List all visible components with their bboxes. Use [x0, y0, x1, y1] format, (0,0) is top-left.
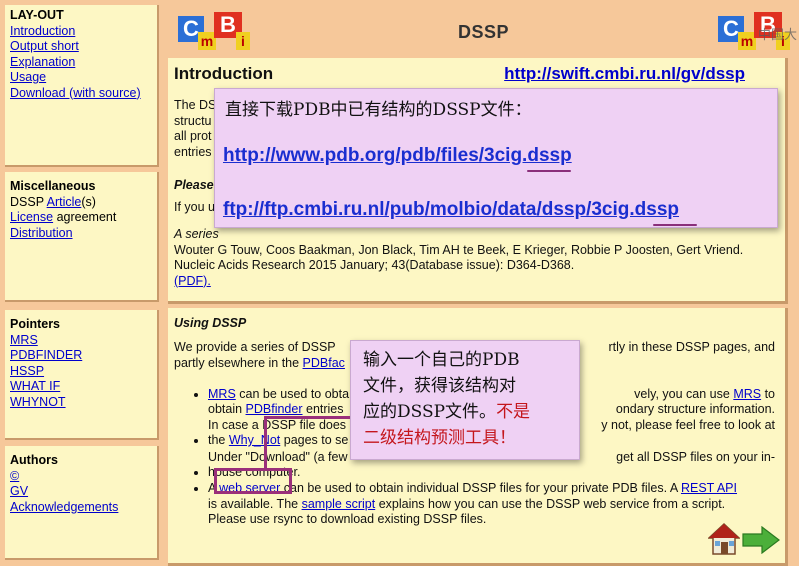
misc-article-suffix: (s) [81, 194, 96, 209]
misc-license-suffix: agreement [53, 210, 117, 224]
overlay1-title: 直接下载PDB中已有结构的DSSP文件： [225, 100, 532, 120]
nav-introduction-link[interactable]: Introduction [10, 24, 152, 40]
misc-article-line: DSSP Article(s) [10, 195, 152, 211]
bullet-mrs-link2[interactable]: MRS [733, 387, 761, 401]
pointer-whynot-link[interactable]: WHYNOT [10, 395, 152, 411]
web-server-overlay: 输入一个自己的PDB 文件，获得该结构对 应的DSSP文件。不是 二级结构预测工… [350, 340, 580, 460]
ftp-dssp-url[interactable]: ftp://ftp.cmbi.ru.nl/pub/molbio/data/dss… [223, 199, 679, 221]
using-para-line2-text: partly elsewhere in the [174, 355, 303, 370]
authors-panel: Authors © GV Acknowledgements [5, 446, 159, 560]
series-label: A series [174, 227, 219, 241]
whynot-link[interactable]: Why_Not [229, 433, 280, 447]
bullet-download-left: Under "Download" (a few [208, 449, 348, 464]
pointers-panel: Pointers MRS PDBFINDER HSSP WHAT IF WHYN… [5, 310, 159, 440]
overlay2-warning-line: 二级结构预测工具！ [363, 428, 516, 448]
bullet-whynot-right: y not, please feel free to look at [601, 418, 775, 432]
layout-title: LAY-OUT [10, 8, 64, 22]
intro-heading-row: Introduction http://swift.cmbi.ru.nl/gv/… [174, 62, 779, 88]
watermark-text: 中国大 [757, 28, 797, 43]
download-pdb-overlay: 直接下载PDB中已有结构的DSSP文件： http://www.pdb.org/… [214, 88, 778, 228]
bullet-mrs-link[interactable]: MRS [208, 387, 236, 401]
citation-authors: Wouter G Touw, Coos Baakman, Jon Black, … [174, 242, 744, 257]
nav-explanation-link[interactable]: Explanation [10, 55, 152, 71]
pointer-pdbfinder-link[interactable]: PDBFINDER [10, 348, 152, 364]
misc-title: Miscellaneous [10, 179, 96, 193]
misc-panel: Miscellaneous DSSP Article(s) License ag… [5, 172, 159, 302]
using-para-mid: rtly in these DSSP pages, and [608, 339, 775, 354]
bullet-whynot-pages: pages to se [280, 433, 349, 447]
web-server-highlight-box [214, 468, 292, 494]
page-header: C m B i DSSP C m B i 中国大 [168, 0, 799, 62]
overlay2-line1: 输入一个自己的PDB [363, 350, 520, 370]
overlay-connector-line [264, 416, 350, 419]
overlay2-line3: 应的DSSP文件。不是 [363, 399, 530, 425]
overlay2-line3-a: 应的DSSP文件。 [363, 402, 497, 422]
misc-dssp-text: DSSP [10, 194, 47, 209]
pdb-url-highlight-underline [527, 170, 571, 172]
left-sidebar: LAY-OUT Introduction Output short Explan… [0, 0, 164, 566]
nav-download-link[interactable]: Download (with source) [10, 86, 152, 102]
overlay2-warning-a: 不是 [496, 402, 531, 422]
article-link[interactable]: Article [47, 195, 82, 209]
bullet-mrs-entries: entries [302, 402, 344, 416]
bullet-mrs-obtain: obtain [208, 402, 246, 416]
bullet-mrs-text: can be used to obta [235, 387, 350, 401]
authors-title: Authors [10, 453, 58, 467]
using-para-start: We provide a series of DSSP [174, 339, 336, 354]
swift-url-link[interactable]: http://swift.cmbi.ru.nl/gv/dssp [504, 65, 745, 81]
overlay2-line2: 文件，获得该结构对 [363, 376, 516, 396]
bullet-download-line2: house computer. [208, 464, 301, 479]
distribution-link[interactable]: Distribution [10, 226, 152, 242]
gv-link[interactable]: GV [10, 484, 152, 500]
pdb-dssp-url[interactable]: http://www.pdb.org/pdb/files/3cig.dssp [223, 145, 572, 167]
ftp-url-highlight-underline [653, 224, 697, 226]
rest-api-link[interactable]: REST API [681, 481, 737, 495]
bullet-mrs-right: vely, you can use MRS to [634, 387, 775, 403]
nav-output-short-link[interactable]: Output short [10, 39, 152, 55]
house-icon[interactable] [707, 522, 741, 556]
right-arrow-icon[interactable] [742, 525, 780, 555]
bullet-webserver-text: can be used to obtain individual DSSP fi… [280, 481, 681, 495]
pdbfinder-link[interactable]: PDBfinder [246, 402, 303, 416]
bullet-webserver-line2: is available. The sample script explains… [208, 497, 779, 513]
sample-script-link[interactable]: sample script [302, 497, 376, 511]
web-server-connector-line [264, 416, 267, 468]
bullet-mrs-left: MRS can be used to obta [208, 387, 349, 403]
bullet-webserver-explains: explains how you can use the DSSP web se… [375, 496, 726, 511]
layout-panel: LAY-OUT Introduction Output short Explan… [5, 5, 159, 167]
bullet-webserver-available: is available. The [208, 496, 302, 511]
copyright-link[interactable]: © [10, 469, 152, 485]
using-heading: Using DSSP [174, 316, 247, 330]
misc-license-line: License agreement [10, 210, 152, 226]
bullet-whynot-the: the [208, 433, 229, 447]
bullet-webserver: A web server can be used to obtain indiv… [208, 481, 779, 528]
bullet-mrs-end: to [761, 387, 775, 401]
bullet-webserver-line3: Please use rsync to download existing DS… [208, 512, 487, 526]
pdf-link[interactable]: (PDF). [174, 274, 211, 288]
page-title: DSSP [457, 22, 510, 42]
citation-journal: Nucleic Acids Research 2015 January; 43(… [174, 258, 575, 272]
intro-heading: Introduction [174, 64, 274, 83]
pointers-title: Pointers [10, 317, 61, 331]
pointer-hssp-link[interactable]: HSSP [10, 364, 152, 380]
overlay2-text: 输入一个自己的PDB 文件，获得该结构对 应的DSSP文件。不是 二级结构预测工… [363, 347, 530, 451]
license-link[interactable]: License [10, 210, 53, 224]
acknowledgements-link[interactable]: Acknowledgements [10, 500, 152, 516]
bullet-download-right: get all DSSP files on your in- [616, 449, 775, 464]
bullet-webserver-line1: A web server can be used to obtain indiv… [208, 481, 779, 497]
nav-usage-link[interactable]: Usage [10, 70, 152, 86]
bullet-mrs-line2-right: ondary structure information. [615, 402, 775, 416]
bullet-whynot-left: In case a DSSP file does [208, 418, 347, 432]
pointer-mrs-link[interactable]: MRS [10, 333, 152, 349]
pointer-whatif-link[interactable]: WHAT IF [10, 379, 152, 395]
pdbfac-link[interactable]: PDBfac [303, 356, 345, 370]
bullet-mrs-right-text: vely, you can use [634, 387, 734, 401]
